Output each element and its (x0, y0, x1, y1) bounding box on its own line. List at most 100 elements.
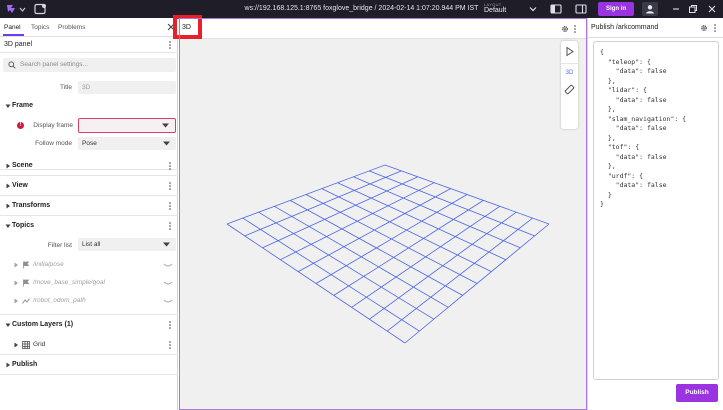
user-icon (646, 5, 654, 14)
message-editor[interactable]: { "teleop": { "data": false }, "lidar": … (593, 41, 719, 380)
avatar[interactable] (642, 2, 658, 16)
chevron-right-icon[interactable] (5, 362, 11, 368)
path-icon (22, 298, 30, 304)
tab-panel[interactable]: Panel (4, 24, 21, 31)
section-transforms-label[interactable]: Transforms (12, 202, 50, 209)
chevron-right-icon[interactable] (13, 342, 19, 348)
topic-row[interactable]: /robot_odom_path (0, 292, 178, 310)
display-frame-select[interactable] (78, 118, 176, 133)
3d-viewport[interactable]: 3D 3D (173, 15, 587, 410)
minimize-icon[interactable] (670, 3, 682, 15)
follow-mode-label: Follow mode (35, 140, 72, 147)
ground-grid (226, 164, 550, 344)
topic-row[interactable]: /initialpose (0, 256, 178, 274)
topic-row[interactable]: /move_base_simple/goal (0, 274, 178, 292)
search-placeholder: Search panel settings... (20, 61, 88, 68)
publish-header-divider (588, 37, 723, 38)
topic-name: /move_base_simple/goal (33, 279, 105, 286)
message-json[interactable]: { "teleop": { "data": false }, "lidar": … (600, 48, 686, 210)
visibility-off-icon[interactable] (163, 262, 173, 268)
chevron-right-icon[interactable] (13, 298, 19, 304)
section-view-label[interactable]: View (12, 182, 28, 189)
layer-name: Grid (33, 341, 46, 348)
section-custom-layers-label[interactable]: Custom Layers (1) (12, 321, 73, 328)
chevron-down-icon[interactable] (529, 6, 537, 12)
grid-line (351, 205, 501, 308)
grid-line (333, 200, 484, 296)
chevron-right-icon[interactable] (5, 183, 11, 189)
error-icon: ! (17, 122, 24, 129)
search-icon (8, 61, 16, 69)
chevron-down-icon[interactable] (5, 322, 11, 328)
panel-settings-title: 3D panel (4, 41, 33, 48)
kebab-menu-icon[interactable] (168, 162, 172, 170)
filter-list-value: List all (82, 241, 101, 248)
flag-icon (23, 261, 30, 269)
chevron-right-icon[interactable] (5, 163, 11, 169)
publish-panel: Publish /arkcommand { "teleop": { "data"… (587, 18, 723, 410)
title-label: Title (59, 84, 72, 91)
kebab-menu-icon[interactable] (168, 41, 172, 49)
app-toolbar: ws://192.168.125.1:8765 foxglove_bridge … (0, 0, 723, 18)
grid-line (242, 217, 420, 332)
chevron-right-icon[interactable] (13, 280, 19, 286)
right-sidebar-toggle-icon[interactable] (575, 3, 587, 15)
section-topics-label[interactable]: Topics (12, 222, 34, 229)
tab-problems[interactable]: Problems (58, 24, 85, 31)
filter-list-label: Filter list (47, 242, 72, 249)
publish-button[interactable]: Publish (676, 384, 718, 402)
publish-panel-title: Publish /arkcommand (591, 24, 659, 31)
section-frame-label[interactable]: Frame (12, 102, 33, 109)
section-scene[interactable]: Scene (0, 156, 178, 176)
section-scene-label[interactable]: Scene (12, 162, 33, 169)
restore-icon[interactable] (687, 3, 699, 15)
section-view[interactable]: View (0, 176, 178, 196)
follow-mode-select[interactable]: Pose (78, 137, 176, 150)
active-tab-indicator (3, 34, 24, 36)
chevron-down-icon (163, 242, 170, 247)
settings-sidebar: Panel Topics Problems 3D panel Search pa… (0, 18, 178, 410)
grid-line (369, 211, 517, 320)
layout-selector[interactable]: Default (484, 7, 506, 14)
grid-line (386, 217, 533, 332)
topic-name: /robot_odom_path (33, 297, 86, 304)
layer-row[interactable]: Grid (0, 336, 178, 354)
visibility-off-icon[interactable] (163, 298, 173, 304)
grid-line (290, 200, 463, 296)
sign-in-button[interactable]: Sign in (598, 2, 634, 16)
visibility-off-icon[interactable] (163, 280, 173, 286)
grid-line (258, 211, 435, 320)
section-topics: Topics Filter list List all /initialpose… (0, 216, 178, 315)
chevron-right-icon[interactable] (5, 203, 11, 209)
title-value: 3D (82, 84, 91, 91)
chevron-down-icon[interactable] (5, 103, 11, 109)
kebab-menu-icon[interactable] (168, 321, 172, 329)
filter-list-select[interactable]: List all (78, 238, 176, 251)
section-publish[interactable]: Publish (0, 355, 178, 375)
kebab-menu-icon[interactable] (168, 222, 172, 230)
kebab-menu-icon[interactable] (168, 182, 172, 190)
section-transforms[interactable]: Transforms (0, 196, 178, 216)
flag-icon (23, 279, 30, 287)
kebab-menu-icon[interactable] (713, 24, 717, 32)
gear-icon[interactable] (700, 24, 708, 32)
section-custom-layers: Custom Layers (1) Grid (0, 315, 178, 355)
section-publish-label[interactable]: Publish (12, 361, 37, 368)
grid-icon (22, 341, 30, 349)
grid-line (404, 223, 550, 344)
kebab-menu-icon[interactable] (168, 202, 172, 210)
panel-settings-header: 3D panel (0, 37, 178, 53)
chevron-down-icon (162, 123, 169, 128)
sidebar-tabs: Panel Topics Problems (0, 18, 178, 37)
chevron-down-icon[interactable] (5, 223, 11, 229)
left-sidebar-toggle-icon[interactable] (550, 3, 562, 15)
topic-name: /initialpose (33, 261, 64, 268)
kebab-menu-icon[interactable] (168, 341, 172, 349)
settings-search-input[interactable]: Search panel settings... (3, 58, 176, 72)
tab-topics[interactable]: Topics (31, 24, 49, 31)
chevron-right-icon[interactable] (13, 262, 19, 268)
title-field[interactable]: 3D (78, 81, 176, 94)
display-frame-label: Display frame (33, 122, 73, 129)
close-window-icon[interactable] (706, 3, 718, 15)
chevron-down-icon (163, 141, 170, 146)
